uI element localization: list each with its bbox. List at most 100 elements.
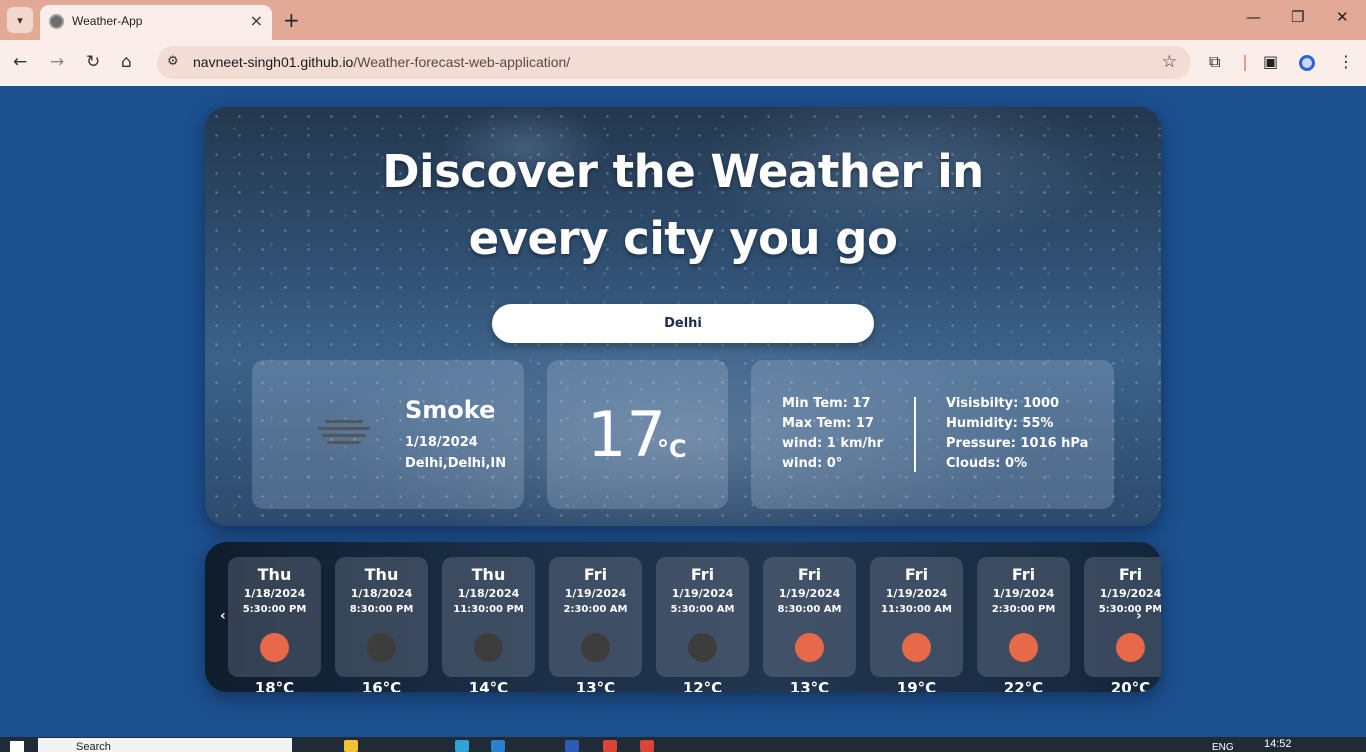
address-bar[interactable]: ⚙ navneet-singh01.github.io/Weather-fore… [157,46,1191,79]
taskbar-search[interactable]: Search [38,738,292,752]
forecast-card: Fri 1/19/2024 2:30:00 PM 22°C [977,557,1070,692]
word-icon[interactable] [565,740,579,752]
edge-icon[interactable] [455,740,469,752]
prev-arrow-icon[interactable]: ‹ [220,608,226,624]
wind-speed: wind: 1 km/hr [782,436,883,451]
forecast-date: 1/18/2024 [243,587,306,600]
sun-icon [1116,633,1145,662]
forecast-time: 2:30:00 PM [991,604,1056,615]
forecast-time: 8:30:00 PM [349,604,414,615]
reload-icon[interactable]: ↻ [86,52,100,72]
back-icon[interactable]: ← [13,52,27,72]
bookmark-star-icon[interactable]: ☆ [1162,52,1177,72]
forecast-time: 5:30:00 PM [242,604,307,615]
smoke-icon [318,420,370,448]
forecast-day: Thu [471,565,506,584]
language-indicator[interactable]: ENG [1212,742,1234,752]
file-explorer-icon[interactable] [344,740,358,752]
home-icon[interactable]: ⌂ [121,52,132,72]
clouds: Clouds: 0% [946,456,1028,471]
forecast-temp: 19°C [896,679,937,692]
condition-text: Smoke [405,396,496,424]
city-search-input[interactable] [492,304,874,343]
hero-title-line-2: every city you go [468,212,898,265]
url-host: navneet-singh01.github.io [193,54,354,70]
forecast-date: 1/18/2024 [350,587,413,600]
chrome-active-icon[interactable] [640,740,654,752]
sun-icon [902,633,931,662]
temperature-unit: °C [657,435,687,463]
forecast-date: 1/19/2024 [885,587,948,600]
forecast-day: Fri [1118,565,1143,584]
forecast-temp: 22°C [1003,679,1044,692]
menu-icon[interactable]: ⋮ [1338,52,1354,71]
details-card: Min Tem: 17 Max Tem: 17 wind: 1 km/hr wi… [751,360,1114,509]
next-arrow-icon[interactable]: › [1136,608,1142,624]
forecast-day: Fri [1011,565,1036,584]
forecast-day: Fri [583,565,608,584]
sun-icon [260,633,289,662]
hero-title-line-1: Discover the Weather in [382,145,984,198]
url-path: /Weather-forecast-web-application/ [353,54,571,70]
forecast-temp: 13°C [575,679,616,692]
extensions-icon[interactable]: ⧉ [1209,52,1220,72]
forecast-date: 1/18/2024 [457,587,520,600]
site-info-icon[interactable]: ⚙ [167,54,179,69]
forecast-day: Thu [257,565,292,584]
globe-icon [49,14,64,29]
chrome-icon[interactable] [603,740,617,752]
forecast-day: Fri [904,565,929,584]
forecast-day: Fri [797,565,822,584]
window-close-icon[interactable]: ✕ [1336,8,1349,26]
forecast-date: 1/19/2024 [564,587,627,600]
forecast-temp: 20°C [1110,679,1151,692]
windows-start-icon[interactable] [10,741,24,752]
forecast-time: 5:30:00 PM [1098,604,1161,615]
wind-direction: wind: 0° [782,456,843,471]
forecast-card: Fri 1/19/2024 5:30:00 AM 12°C [656,557,749,692]
tab-title: Weather-App [72,14,143,28]
side-panel-icon[interactable]: ▣ [1263,52,1278,71]
forecast-date: 1/19/2024 [671,587,734,600]
profile-avatar[interactable] [1299,55,1315,71]
forecast-temp: 18°C [254,679,295,692]
forecast-card: Fri 1/19/2024 11:30:00 AM 19°C [870,557,963,692]
forecast-date: 1/19/2024 [1099,587,1161,600]
forecast-card: Thu 1/18/2024 8:30:00 PM 16°C [335,557,428,692]
forecast-card: Fri 1/19/2024 8:30:00 AM 13°C [763,557,856,692]
url-text[interactable]: navneet-singh01.github.io/Weather-foreca… [193,54,570,70]
weather-hero-panel: Discover the Weather in every city you g… [205,107,1161,526]
forecast-temp: 14°C [468,679,509,692]
forecast-time: 8:30:00 AM [777,604,842,615]
visibility: Visisbilty: 1000 [946,396,1060,411]
forecast-date: 1/19/2024 [992,587,1055,600]
forecast-day: Thu [364,565,399,584]
taskbar-clock[interactable]: 14:52 [1264,738,1292,750]
tab-strip: ▾ Weather-App × + — ❐ ✕ [0,0,1366,40]
new-tab-button[interactable]: + [283,8,300,32]
forecast-temp: 12°C [682,679,723,692]
forecast-day: Fri [690,565,715,584]
forecast-date: 1/19/2024 [778,587,841,600]
vscode-icon[interactable] [491,740,505,752]
forward-icon[interactable]: → [50,52,64,72]
restore-icon[interactable]: ❐ [1291,8,1304,26]
details-divider [914,397,916,472]
sun-icon [795,633,824,662]
forecast-card: Fri 1/19/2024 2:30:00 AM 13°C [549,557,642,692]
min-temp: Min Tem: 17 [782,396,871,411]
forecast-card: Thu 1/18/2024 5:30:00 PM 18°C [228,557,321,692]
forecast-card: Fri 1/19/2024 5:30:00 PM 20°C [1084,557,1161,692]
close-tab-icon[interactable]: × [250,11,263,30]
active-tab[interactable]: Weather-App × [40,5,272,40]
minimize-icon[interactable]: — [1246,8,1261,26]
tab-search-button[interactable]: ▾ [7,7,33,33]
sun-icon [1009,633,1038,662]
current-location: Delhi,Delhi,IN [405,456,507,471]
forecast-card: Thu 1/18/2024 11:30:00 PM 14°C [442,557,535,692]
details-left: Min Tem: 17 Max Tem: 17 wind: 1 km/hr wi… [782,394,883,474]
windows-taskbar: Search ENG 14:52 [0,737,1366,752]
moon-icon [474,633,503,662]
forecast-time: 2:30:00 AM [563,604,628,615]
moon-icon [581,633,610,662]
